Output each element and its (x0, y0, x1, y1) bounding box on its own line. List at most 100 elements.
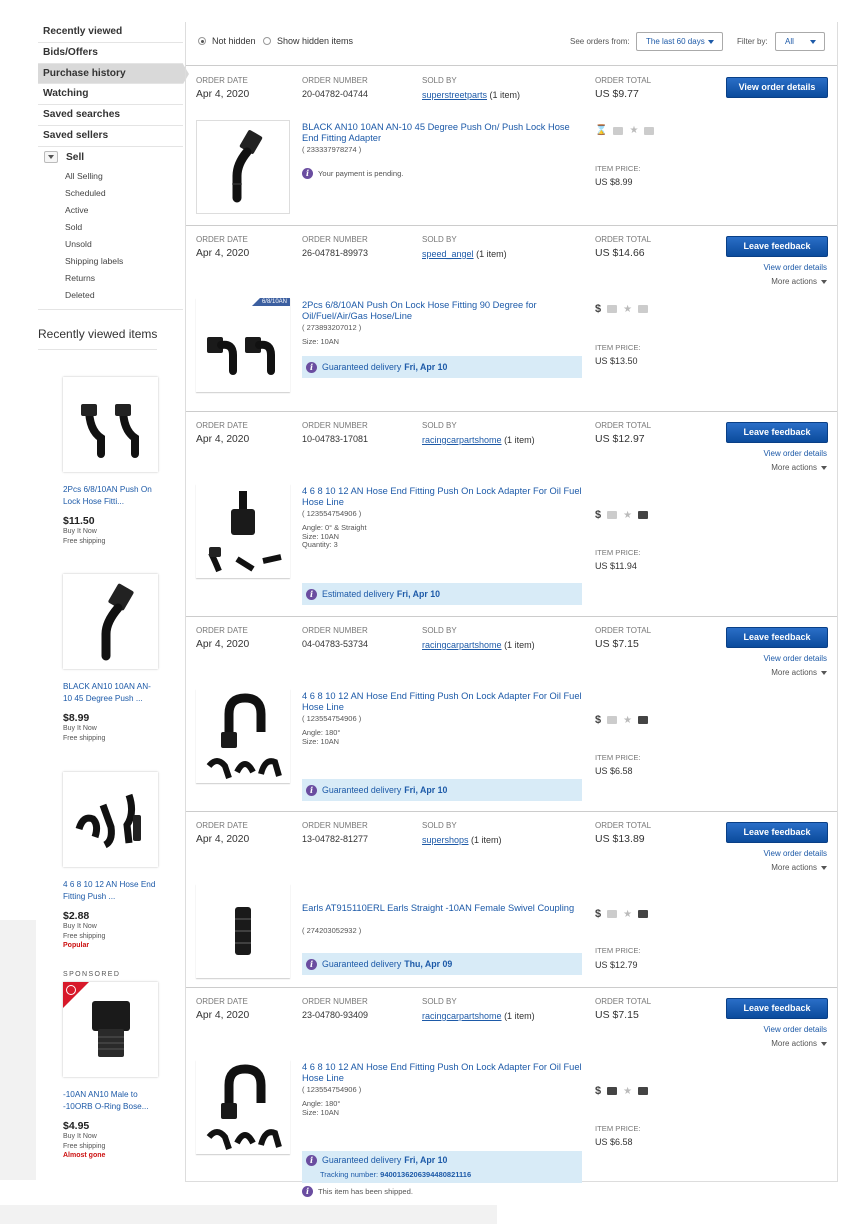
payment-notice: i Your payment is pending. (302, 168, 403, 179)
feedback-received-icon (638, 511, 649, 519)
leave-feedback-button[interactable]: Leave feedback (726, 822, 828, 843)
order-number-label: ORDER NUMBER (302, 626, 368, 635)
feedback-left-icon: ★ (629, 125, 639, 136)
seller: racingcarpartshome (1 item) (422, 1011, 535, 1021)
item-price-label: ITEM PRICE: (595, 164, 641, 173)
order-card: ORDER DATE Apr 4, 2020 ORDER NUMBER 26-0… (186, 226, 837, 412)
product-image[interactable] (63, 574, 158, 669)
nav-purchase-history[interactable]: Purchase history (38, 63, 189, 85)
filter-value: All (785, 37, 794, 46)
date-range-select[interactable]: The last 60 days (636, 32, 723, 51)
seller-link[interactable]: racingcarpartshome (422, 1011, 502, 1021)
item-title-link[interactable]: Earls AT915110ERL Earls Straight -10AN F… (302, 903, 587, 914)
status-icons: $ ★ (595, 908, 649, 920)
recent-item-card[interactable]: BLACK AN10 10AN AN-10 45 Degree Push ...… (63, 574, 159, 743)
more-actions-dropdown[interactable]: More actions (771, 863, 827, 872)
sell-unsold[interactable]: Unsold (38, 236, 183, 253)
more-actions-dropdown[interactable]: More actions (771, 277, 827, 286)
sell-shipping-labels[interactable]: Shipping labels (38, 253, 183, 270)
nav-recently-viewed[interactable]: Recently viewed (38, 22, 183, 43)
view-order-details-link[interactable]: View order details (764, 654, 827, 663)
seller-link[interactable]: racingcarpartshome (422, 640, 502, 650)
item-title-link[interactable]: 4 6 8 10 12 AN Hose End Fitting Push On … (302, 691, 587, 713)
recent-item-format: Buy It Now (63, 528, 97, 535)
more-actions-dropdown[interactable]: More actions (771, 668, 827, 677)
item-title-link[interactable]: 4 6 8 10 12 AN Hose End Fitting Push On … (302, 1062, 587, 1084)
item-thumbnail[interactable]: 6/8/10AN (196, 298, 290, 392)
leave-feedback-button[interactable]: Leave feedback (726, 998, 828, 1019)
sell-scheduled[interactable]: Scheduled (38, 185, 183, 202)
view-order-details-link[interactable]: View order details (764, 263, 827, 272)
sell-returns[interactable]: Returns (38, 270, 183, 287)
order-number: 26-04781-89973 (302, 248, 369, 258)
nav-bids-offers[interactable]: Bids/Offers (38, 43, 183, 64)
seller: racingcarpartshome (1 item) (422, 640, 535, 650)
item-price-label: ITEM PRICE: (595, 946, 641, 955)
more-actions-dropdown[interactable]: More actions (771, 1039, 827, 1048)
radio-not-hidden[interactable]: Not hidden (198, 36, 256, 46)
order-date-label: ORDER DATE (196, 821, 248, 830)
collapse-toggle-icon[interactable] (44, 151, 58, 164)
product-image[interactable] (63, 982, 158, 1077)
view-order-details-link[interactable]: View order details (764, 449, 827, 458)
recent-item-shipping: Free shipping (63, 734, 106, 742)
view-order-details-link[interactable]: View order details (764, 849, 827, 858)
tracking-number-link[interactable]: 9400136206394480821116 (380, 1170, 471, 1179)
seller-link[interactable]: supershops (422, 835, 469, 845)
nav-watching[interactable]: Watching (38, 84, 183, 106)
order-date-label: ORDER DATE (196, 235, 248, 244)
sell-all-selling[interactable]: All Selling (38, 168, 183, 185)
view-order-details-button[interactable]: View order details (726, 77, 828, 98)
product-image[interactable] (63, 377, 158, 472)
recent-item-card[interactable]: 2Pcs 6/8/10AN Push On Lock Hose Fitti...… (63, 377, 159, 546)
order-date: Apr 4, 2020 (196, 434, 250, 445)
recent-item-card[interactable]: 4 6 8 10 12 AN Hose End Fitting Push ...… (63, 772, 159, 951)
item-price-label: ITEM PRICE: (595, 343, 641, 352)
nav-saved-sellers[interactable]: Saved sellers (38, 126, 183, 147)
sell-section-header[interactable]: Sell (38, 147, 183, 168)
sponsored-label: SPONSORED (63, 971, 121, 978)
item-thumbnail[interactable] (196, 484, 290, 578)
divider (38, 349, 157, 350)
order-total: US $7.15 (595, 638, 639, 650)
item-thumbnail[interactable] (196, 1060, 290, 1154)
sell-active[interactable]: Active (38, 202, 183, 219)
leave-feedback-button[interactable]: Leave feedback (726, 422, 828, 443)
sponsored-item-card[interactable]: -10AN AN10 Male to -10ORB O-Ring Bose...… (63, 982, 159, 1161)
leave-feedback-button[interactable]: Leave feedback (726, 627, 828, 648)
see-orders-label: See orders from: (570, 37, 630, 46)
item-spec: Size: 10AN (302, 736, 339, 746)
more-actions-dropdown[interactable]: More actions (771, 463, 827, 472)
item-title-link[interactable]: 4 6 8 10 12 AN Hose End Fitting Push On … (302, 486, 587, 508)
info-icon: i (302, 168, 313, 179)
seller-link[interactable]: superstreetparts (422, 90, 487, 100)
seller-link[interactable]: racingcarpartshome (422, 435, 502, 445)
nav-saved-searches[interactable]: Saved searches (38, 105, 183, 126)
item-title-link[interactable]: 2Pcs 6/8/10AN Push On Lock Hose Fitting … (302, 300, 587, 322)
recent-item-title[interactable]: 2Pcs 6/8/10AN Push On Lock Hose Fitti... (63, 484, 159, 507)
item-thumbnail[interactable] (196, 120, 290, 214)
popular-badge: Popular (63, 942, 90, 949)
recent-item-shipping: Free shipping (63, 537, 106, 545)
order-total-label: ORDER TOTAL (595, 626, 652, 635)
item-title-link[interactable]: BLACK AN10 10AN AN-10 45 Degree Push On/… (302, 122, 587, 144)
item-thumbnail[interactable] (196, 689, 290, 783)
seller-link[interactable]: speed_angel (422, 249, 474, 259)
shipped-icon (613, 126, 624, 135)
view-order-details-link[interactable]: View order details (764, 1025, 827, 1034)
recent-item-title[interactable]: 4 6 8 10 12 AN Hose End Fitting Push ... (63, 879, 159, 902)
leave-feedback-button[interactable]: Leave feedback (726, 236, 828, 257)
sell-deleted[interactable]: Deleted (38, 287, 183, 304)
horizontal-scrollbar[interactable] (0, 1205, 497, 1224)
sponsored-item-title[interactable]: -10AN AN10 Male to -10ORB O-Ring Bose... (63, 1089, 159, 1112)
item-number: ( 233337978274 ) (302, 145, 362, 154)
seller: speed_angel (1 item) (422, 249, 507, 259)
item-price: US $6.58 (595, 766, 633, 776)
sell-sold[interactable]: Sold (38, 219, 183, 236)
item-thumbnail[interactable] (196, 884, 290, 978)
product-image[interactable] (63, 772, 158, 867)
recent-item-title[interactable]: BLACK AN10 10AN AN-10 45 Degree Push ... (63, 681, 159, 704)
radio-empty-icon (263, 37, 271, 45)
radio-show-hidden[interactable]: Show hidden items (263, 36, 353, 46)
filter-select[interactable]: All (775, 32, 825, 51)
